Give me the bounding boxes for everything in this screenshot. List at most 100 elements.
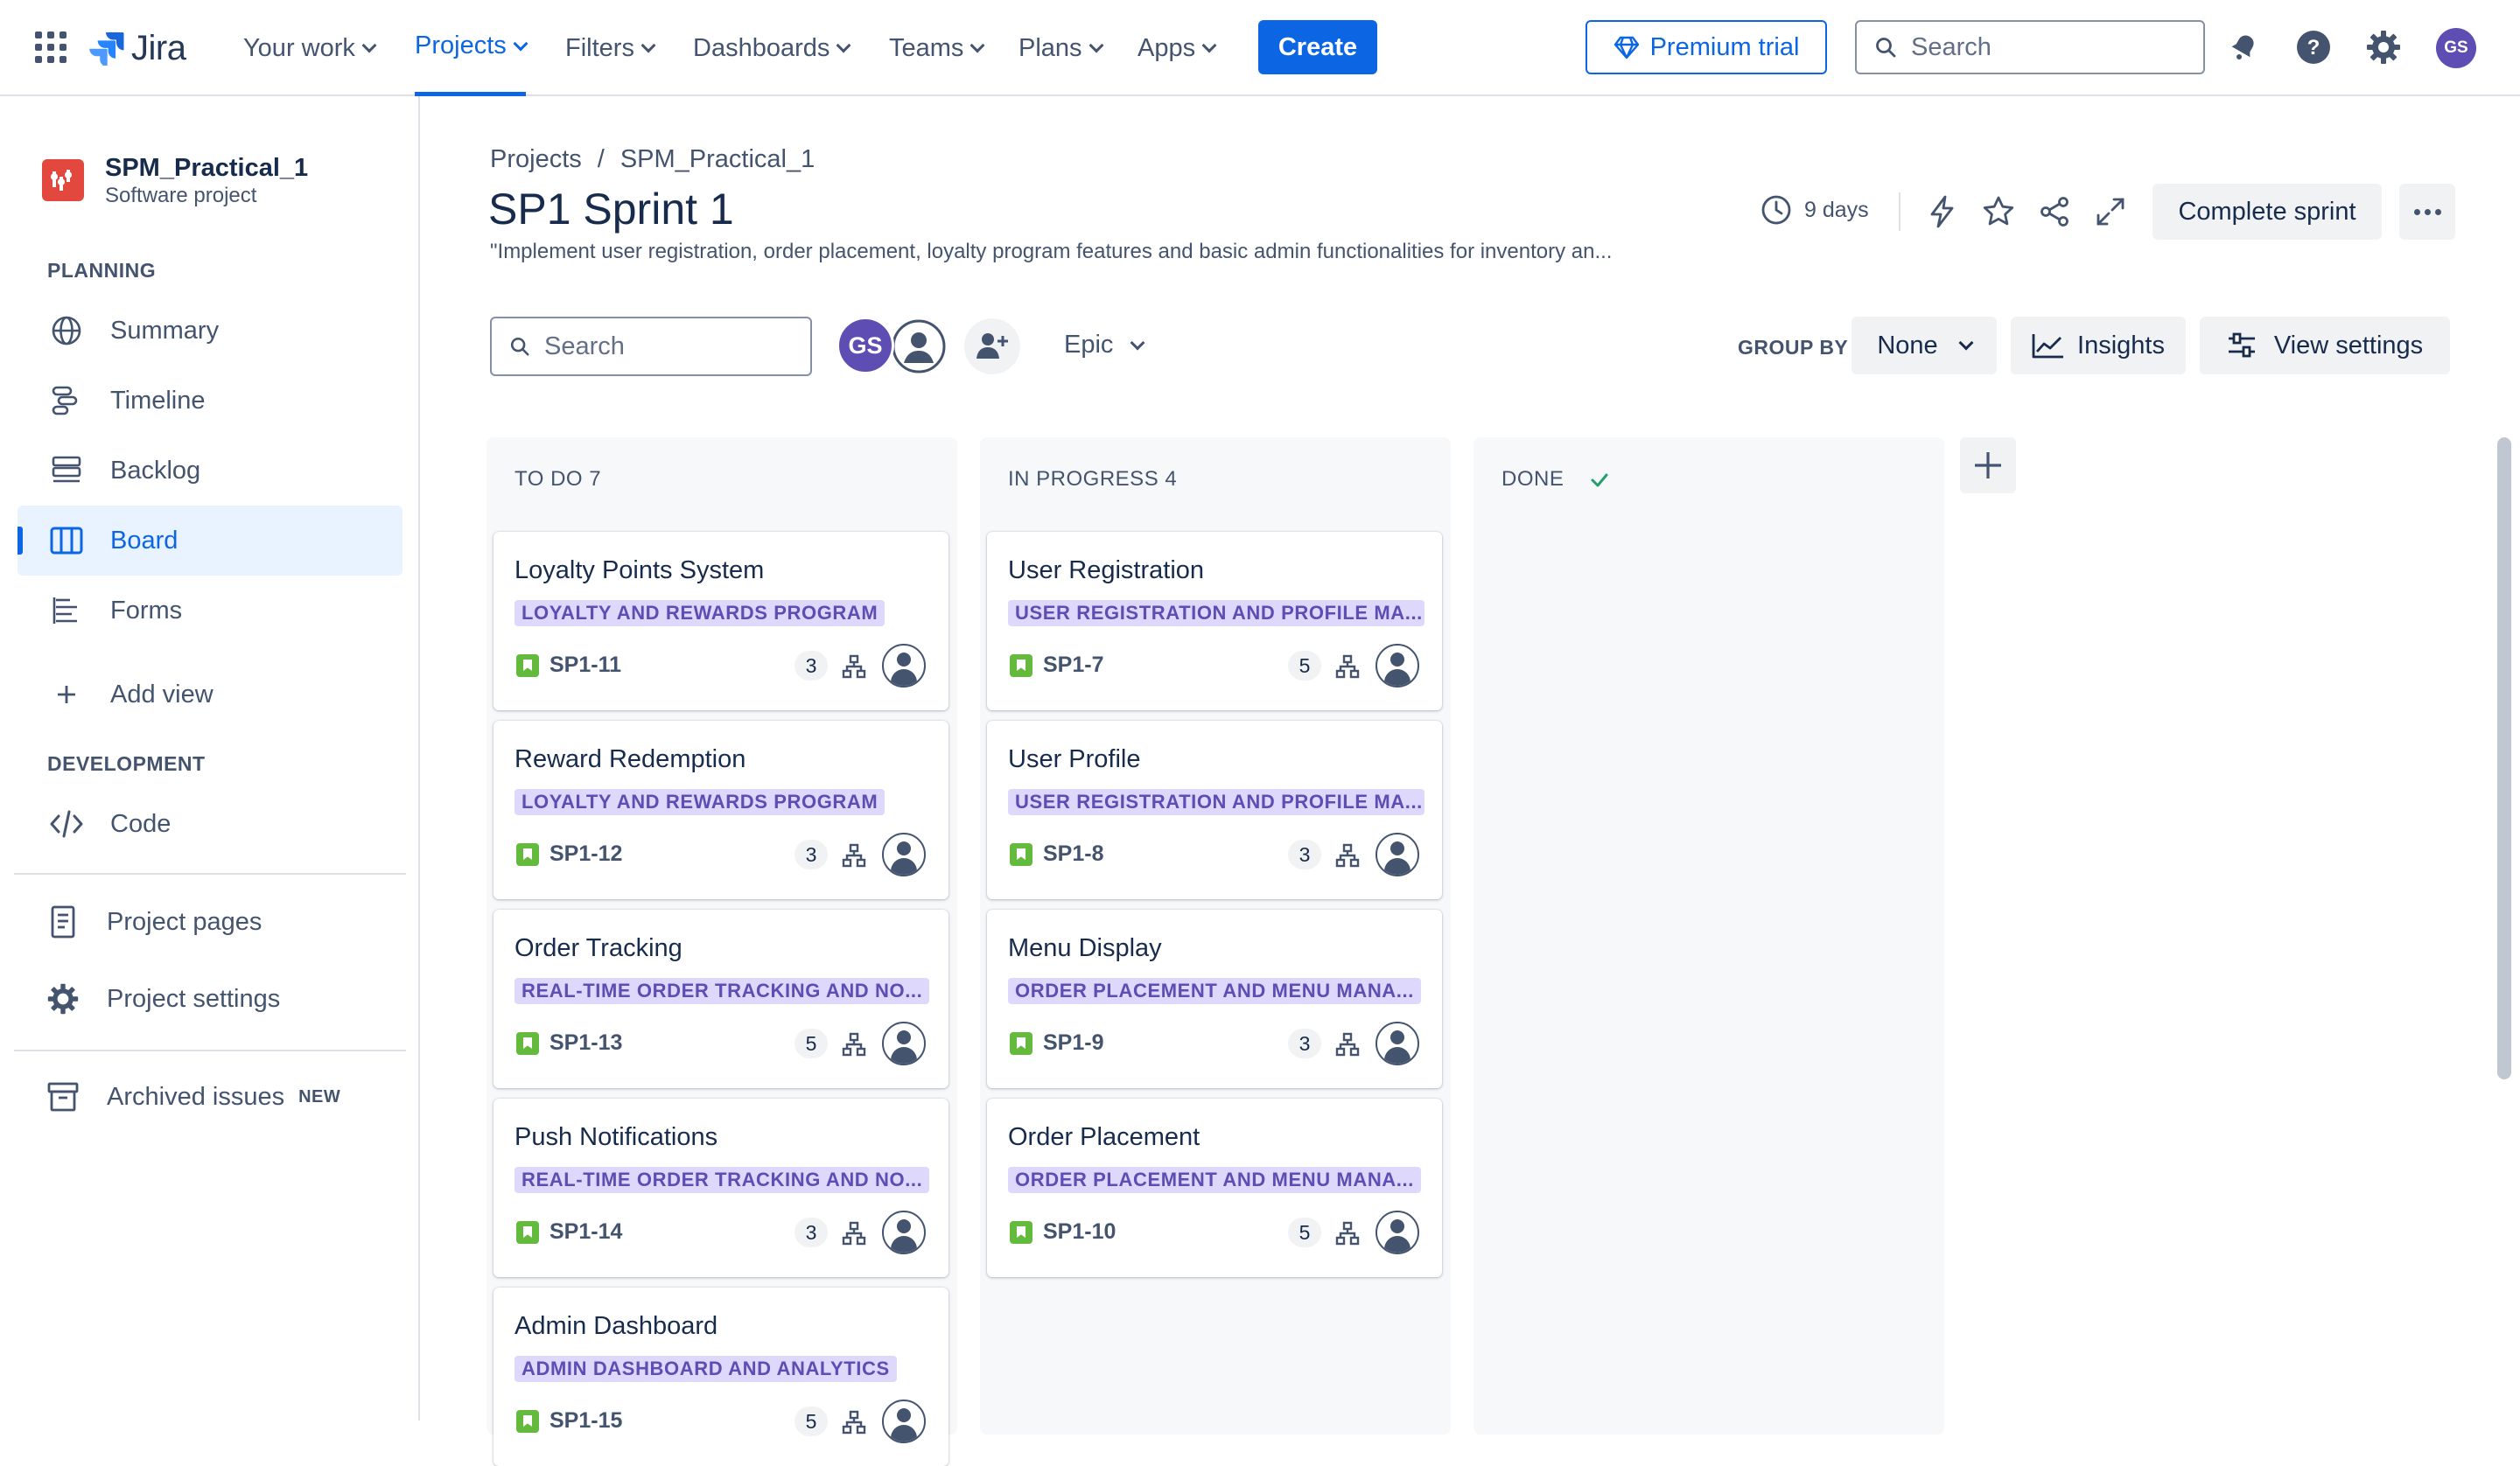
notifications-bell-icon[interactable] (2222, 26, 2264, 68)
assignee-filter-unassigned[interactable] (889, 317, 948, 376)
nav-dashboards[interactable]: Dashboards (693, 0, 851, 96)
child-issues-icon[interactable] (842, 654, 866, 679)
days-remaining[interactable]: 9 days (1760, 194, 1869, 226)
epic-lozenge[interactable]: USER REGISTRATION AND PROFILE MA... (1008, 789, 1424, 815)
create-button[interactable]: Create (1258, 20, 1377, 74)
assignee-avatar-icon[interactable] (1376, 644, 1419, 688)
issue-key[interactable]: SP1-12 (550, 841, 622, 867)
epic-lozenge[interactable]: LOYALTY AND REWARDS PROGRAM (514, 600, 886, 626)
project-name[interactable]: SPM_Practical_1 (105, 154, 308, 183)
share-icon[interactable] (2034, 191, 2076, 233)
sidebar-item-project-settings[interactable]: Project settings (18, 964, 402, 1034)
issue-card[interactable]: User Profile USER REGISTRATION AND PROFI… (987, 721, 1442, 899)
nav-your-work-label: Your work (243, 33, 355, 62)
story-points-badge: 3 (794, 1218, 828, 1247)
add-people-button[interactable] (964, 318, 1020, 374)
issue-card[interactable]: Reward Redemption LOYALTY AND REWARDS PR… (494, 721, 948, 899)
more-actions-button[interactable] (2399, 184, 2455, 240)
vertical-scrollbar[interactable] (2497, 437, 2511, 1079)
issue-key[interactable]: SP1-10 (1043, 1219, 1116, 1245)
breadcrumb-project[interactable]: SPM_Practical_1 (620, 145, 815, 173)
assignee-avatar-icon[interactable] (882, 1400, 926, 1443)
child-issues-icon[interactable] (1335, 843, 1360, 868)
issue-key[interactable]: SP1-8 (1043, 841, 1103, 867)
complete-sprint-button[interactable]: Complete sprint (2152, 184, 2382, 240)
card-title: User Profile (1008, 745, 1141, 773)
breadcrumb-projects[interactable]: Projects (490, 145, 582, 173)
settings-gear-icon[interactable] (2362, 26, 2404, 68)
project-avatar-icon[interactable] (42, 159, 84, 201)
issue-card[interactable]: Admin Dashboard ADMIN DASHBOARD AND ANAL… (494, 1288, 948, 1466)
sidebar-item-code[interactable]: Code (18, 789, 402, 859)
assignee-avatar-icon[interactable] (882, 833, 926, 876)
epic-lozenge[interactable]: USER REGISTRATION AND PROFILE MA... (1008, 600, 1424, 626)
child-issues-icon[interactable] (842, 843, 866, 868)
epic-lozenge[interactable]: REAL-TIME ORDER TRACKING AND NO... (514, 978, 930, 1004)
premium-trial-button[interactable]: Premium trial (1586, 20, 1827, 74)
board-search-input[interactable]: Search (490, 317, 812, 376)
epic-lozenge[interactable]: ORDER PLACEMENT AND MENU MANA... (1008, 978, 1421, 1004)
issue-key[interactable]: SP1-13 (550, 1030, 622, 1056)
issue-key[interactable]: SP1-7 (1043, 653, 1103, 678)
issue-card[interactable]: Order Placement ORDER PLACEMENT AND MENU… (987, 1099, 1442, 1277)
app-switcher-icon[interactable] (35, 31, 66, 63)
add-view-button[interactable]: Add view (18, 660, 402, 730)
story-icon (516, 843, 539, 866)
nav-projects[interactable]: Projects (415, 0, 528, 96)
epic-lozenge[interactable]: ADMIN DASHBOARD AND ANALYTICS (514, 1356, 897, 1382)
assignee-avatar-icon[interactable] (882, 644, 926, 688)
assignee-filter-gs[interactable]: GS (836, 317, 894, 374)
issue-card[interactable]: User Registration USER REGISTRATION AND … (987, 532, 1442, 710)
nav-plans-label: Plans (1018, 33, 1082, 62)
assignee-avatar-icon[interactable] (1376, 1211, 1419, 1254)
issue-card[interactable]: Order Tracking REAL-TIME ORDER TRACKING … (494, 910, 948, 1088)
issue-key[interactable]: SP1-14 (550, 1219, 622, 1245)
nav-filters[interactable]: Filters (565, 0, 656, 96)
nav-apps[interactable]: Apps (1138, 0, 1217, 96)
user-avatar[interactable]: GS (2436, 28, 2476, 68)
epic-lozenge[interactable]: LOYALTY AND REWARDS PROGRAM (514, 789, 886, 815)
story-points-badge: 3 (1288, 840, 1321, 869)
child-issues-icon[interactable] (1335, 1032, 1360, 1057)
issue-card[interactable]: Menu Display ORDER PLACEMENT AND MENU MA… (987, 910, 1442, 1088)
issue-key[interactable]: SP1-11 (550, 653, 621, 678)
nav-plans[interactable]: Plans (1018, 0, 1104, 96)
nav-your-work[interactable]: Your work (243, 0, 377, 96)
help-icon[interactable]: ? (2292, 26, 2334, 68)
assignee-avatar-icon[interactable] (882, 1022, 926, 1065)
group-by-dropdown[interactable]: None (1852, 317, 1997, 374)
sidebar-item-board[interactable]: Board (18, 506, 402, 576)
sidebar-item-forms[interactable]: Forms (18, 576, 402, 646)
sidebar-item-archived-issues[interactable]: Archived issues NEW (18, 1062, 402, 1132)
automation-lightning-icon[interactable] (1922, 191, 1964, 233)
nav-teams[interactable]: Teams (889, 0, 985, 96)
epic-filter-dropdown[interactable]: Epic (1064, 331, 1145, 360)
sidebar-item-summary[interactable]: Summary (18, 296, 402, 366)
issue-key[interactable]: SP1-15 (550, 1408, 622, 1434)
assignee-avatar-icon[interactable] (882, 1211, 926, 1254)
star-icon[interactable] (1978, 191, 2020, 233)
assignee-avatar-icon[interactable] (1376, 833, 1419, 876)
expand-icon[interactable] (2090, 191, 2132, 233)
child-issues-icon[interactable] (842, 1221, 866, 1246)
jira-logo[interactable]: Jira (89, 26, 186, 70)
development-heading: DEVELOPMENT (47, 752, 206, 775)
sidebar-item-timeline[interactable]: Timeline (18, 366, 402, 436)
view-settings-button[interactable]: View settings (2200, 317, 2450, 374)
sidebar-item-project-pages[interactable]: Project pages (18, 887, 402, 957)
child-issues-icon[interactable] (1335, 654, 1360, 679)
child-issues-icon[interactable] (1335, 1221, 1360, 1246)
child-issues-icon[interactable] (842, 1032, 866, 1057)
assignee-avatar-icon[interactable] (1376, 1022, 1419, 1065)
sidebar-item-backlog[interactable]: Backlog (18, 436, 402, 506)
issue-card[interactable]: Loyalty Points System LOYALTY AND REWARD… (494, 532, 948, 710)
epic-lozenge[interactable]: REAL-TIME ORDER TRACKING AND NO... (514, 1167, 930, 1193)
insights-button[interactable]: Insights (2011, 317, 2186, 374)
issue-key[interactable]: SP1-9 (1043, 1030, 1103, 1056)
epic-lozenge[interactable]: ORDER PLACEMENT AND MENU MANA... (1008, 1167, 1421, 1193)
add-person-icon (976, 333, 1008, 359)
child-issues-icon[interactable] (842, 1410, 866, 1435)
add-column-button[interactable] (1960, 437, 2016, 493)
issue-card[interactable]: Push Notifications REAL-TIME ORDER TRACK… (494, 1099, 948, 1277)
global-search-input[interactable]: Search (1855, 20, 2205, 74)
